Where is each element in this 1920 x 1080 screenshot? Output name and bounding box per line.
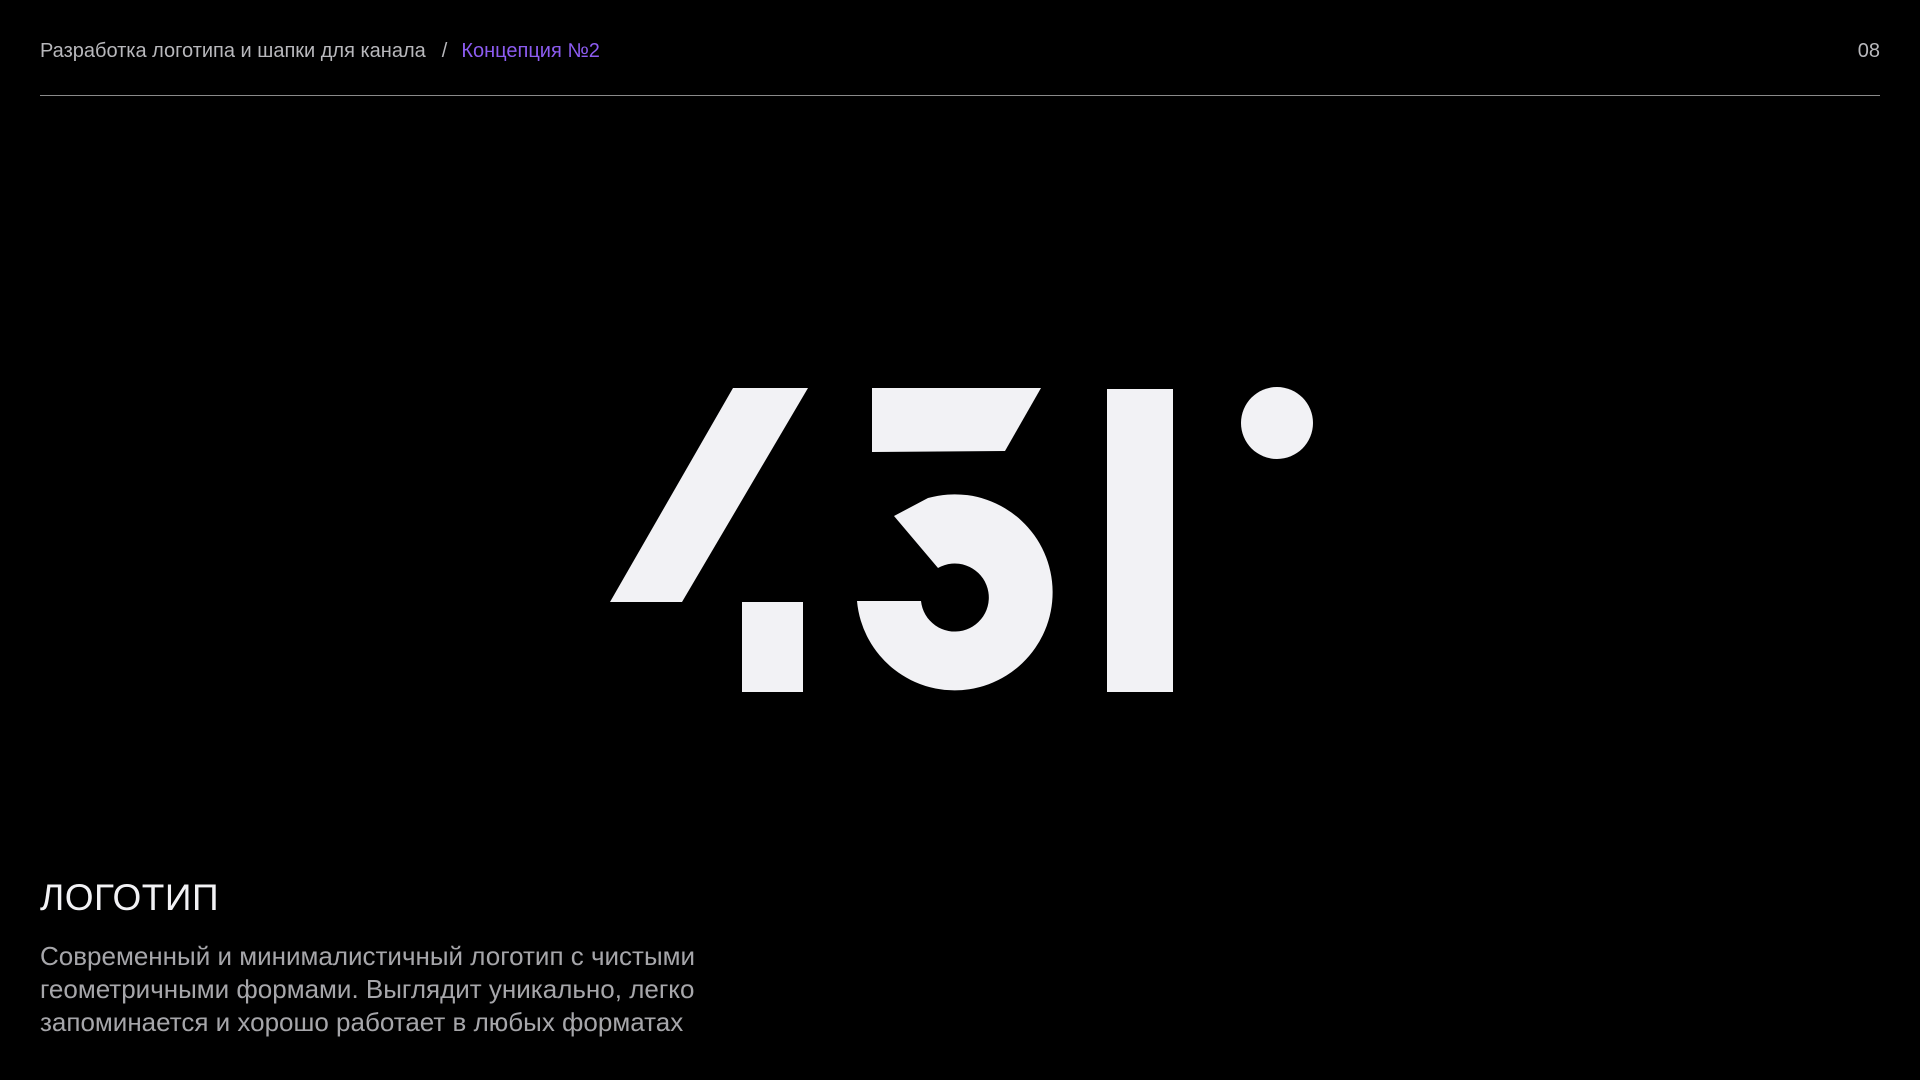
slide-header: Разработка логотипа и шапки для канала / К… (40, 0, 1880, 96)
page-number: 08 (1857, 40, 1880, 62)
logo-four-stem (742, 602, 803, 692)
logo-shapes (610, 387, 1313, 692)
logo-five-top-bar (872, 388, 1041, 452)
logo-one-bar (1107, 389, 1173, 692)
logo-451-degree-mark (610, 387, 1313, 692)
section-description: Современный и минималистичный логотип с … (40, 941, 696, 1037)
breadcrumb: Разработка логотипа и шапки для канала / К… (40, 38, 600, 64)
breadcrumb-separator: / (441, 40, 448, 62)
logo-five-bowl (857, 494, 1053, 691)
section-title: ЛОГОТИП (40, 877, 220, 918)
breadcrumb-current-section: Концепция №2 (461, 40, 600, 62)
breadcrumb-project-title: Разработка логотипа и шапки для канала (40, 40, 426, 62)
logo-degree-dot (1241, 387, 1313, 459)
logo-four-diagonal (610, 388, 808, 602)
